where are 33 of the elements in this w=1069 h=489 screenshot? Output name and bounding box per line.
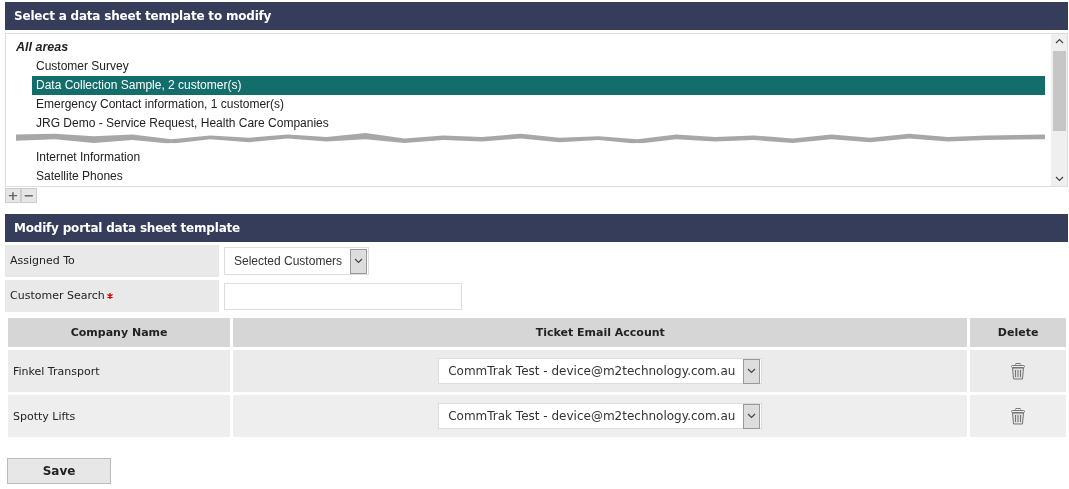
company-cell: Spotty Lifts: [8, 395, 231, 437]
column-header: Ticket Email Account: [233, 318, 968, 347]
panel-header: Modify portal data sheet template: [5, 214, 1068, 242]
column-header: Company Name: [8, 318, 231, 347]
chevron-down-icon: [747, 413, 757, 419]
field-label: Assigned To: [5, 245, 219, 277]
chevron-down-icon[interactable]: [1054, 176, 1064, 182]
chevron-up-icon[interactable]: [1054, 38, 1064, 44]
list-item[interactable]: Data Collection Sample, 2 customer(s): [32, 76, 1045, 95]
list-item[interactable]: Emergency Contact information, 1 customer(s): [32, 95, 285, 114]
email-account-dropdown[interactable]: CommTrak Test - device@m2technology.com.au: [438, 403, 763, 429]
add-button[interactable]: +: [5, 188, 21, 203]
email-account-dropdown[interactable]: CommTrak Test - device@m2technology.com.au: [438, 358, 763, 384]
required-icon: [106, 293, 113, 299]
save-button[interactable]: Save: [7, 458, 111, 484]
chevron-down-icon: [747, 368, 757, 374]
list-item[interactable]: Satellite Phones: [32, 167, 123, 186]
trash-icon[interactable]: [1011, 362, 1026, 380]
chevron-down-icon: [354, 258, 364, 264]
remove-button[interactable]: −: [21, 188, 37, 203]
assigned-to-dropdown[interactable]: Selected Customers: [224, 247, 370, 275]
customer-search-field[interactable]: [224, 282, 462, 310]
panel-header: Select a data sheet template to modify: [5, 2, 1068, 30]
column-header: Delete: [970, 318, 1066, 347]
trash-icon[interactable]: [1011, 407, 1026, 425]
list-item[interactable]: JRG Demo - Service Request, Health Care Companies: [32, 114, 329, 133]
list-item[interactable]: Internet Information: [32, 148, 141, 167]
list-item[interactable]: Customer Survey: [32, 57, 129, 76]
field-label: Customer Search: [5, 280, 219, 312]
scrollbar[interactable]: [1051, 34, 1067, 186]
company-cell: Finkel Transport: [8, 350, 231, 392]
template-list[interactable]: All areas Customer Survey Data Collection Sample, 2 customer(s) Emergency Contact information, 1 customer(s) JRG Demo - Service Request, Health Care Companies Internet Information Satellite Phones: [5, 33, 1068, 187]
group-heading: All areas: [16, 39, 69, 56]
